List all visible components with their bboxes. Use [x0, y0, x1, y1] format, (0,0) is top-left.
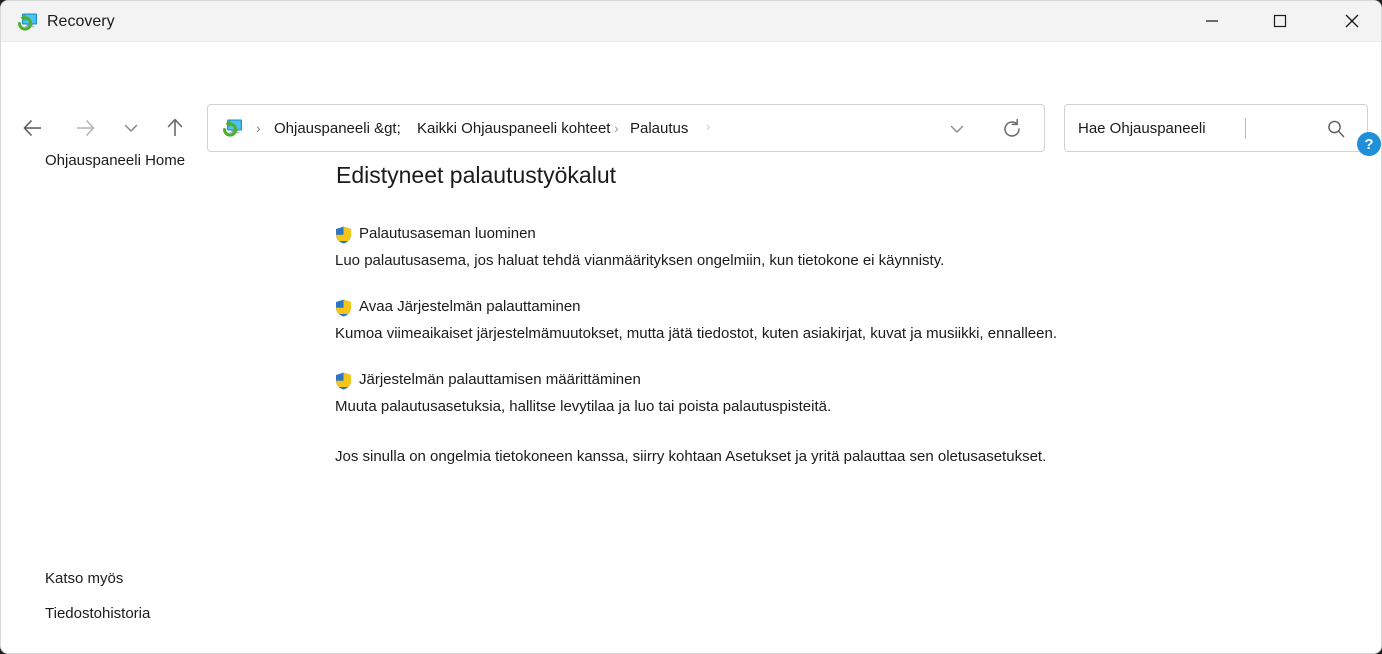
navigation-bar: › Ohjauspaneeli &gt; Kaikki Ohjauspaneel…	[1, 42, 1381, 152]
task-description: Luo palautusasema, jos haluat tehdä vian…	[335, 252, 945, 269]
sidebar: Ohjauspaneeli Home Katso myös Tiedostohi…	[1, 120, 321, 653]
sidebar-item-file-history[interactable]: Tiedostohistoria	[45, 605, 150, 622]
task-description: Kumoa viimeaikaiset järjestelmämuutokset…	[335, 325, 1057, 342]
task-link[interactable]: Avaa Järjestelmän palauttaminen	[359, 297, 581, 317]
footer-note: Jos sinulla on ongelmia tietokoneen kans…	[335, 448, 1047, 465]
main-content: Edistyneet palautustyökalut Palautusasem…	[321, 120, 1381, 653]
task-item: Palautusaseman luominen Luo palautusasem…	[335, 224, 944, 271]
maximize-button[interactable]	[1257, 1, 1303, 41]
recovery-monitor-icon	[17, 11, 39, 33]
task-item: Järjestelmän palauttamisen määrittäminen…	[335, 370, 831, 417]
task-header: Palautusaseman luominen	[335, 224, 944, 246]
task-link[interactable]: Järjestelmän palauttamisen määrittäminen	[359, 370, 641, 390]
task-item: Avaa Järjestelmän palauttaminen Kumoa vi…	[335, 297, 1057, 344]
task-link[interactable]: Palautusaseman luominen	[359, 224, 536, 244]
uac-shield-icon	[335, 372, 352, 390]
title-bar: Recovery	[1, 1, 1381, 42]
task-header: Järjestelmän palauttamisen määrittäminen	[335, 370, 831, 392]
close-button[interactable]	[1329, 1, 1375, 41]
recovery-window: Recovery › Ohjauspaneeli &gt; Kaikki Ohj…	[0, 0, 1382, 654]
page-title: Edistyneet palautustyökalut	[336, 162, 617, 188]
uac-shield-icon	[335, 299, 352, 317]
sidebar-see-also-heading: Katso myös	[45, 570, 124, 587]
task-description: Muuta palautusasetuksia, hallitse levyti…	[335, 398, 832, 415]
window-title: Recovery	[47, 13, 115, 30]
uac-shield-icon	[335, 226, 352, 244]
minimize-button[interactable]	[1189, 1, 1235, 41]
sidebar-item-control-panel-home[interactable]: Ohjauspaneeli Home	[45, 152, 185, 169]
task-header: Avaa Järjestelmän palauttaminen	[335, 297, 1057, 319]
